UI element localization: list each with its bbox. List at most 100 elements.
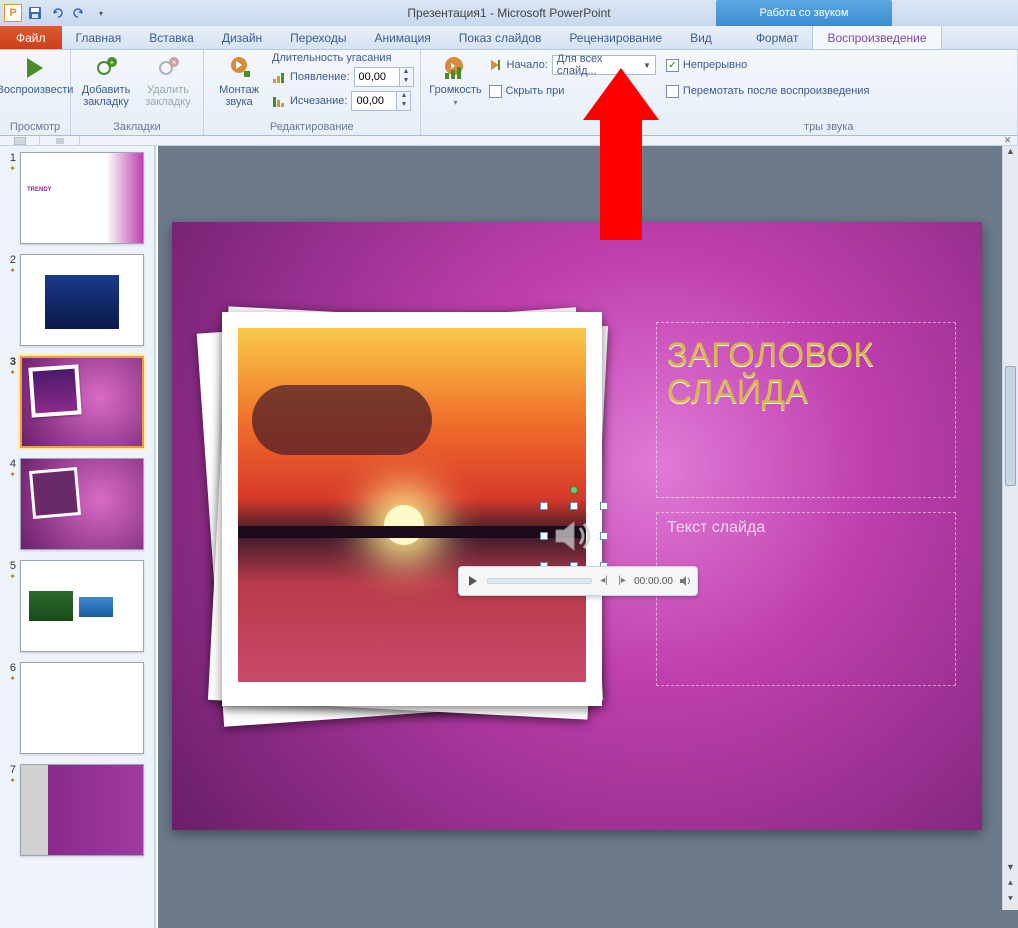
audio-track[interactable] [487,578,592,584]
redo-icon[interactable] [70,4,88,22]
app-icon[interactable]: P [4,4,22,22]
speaker-icon [550,512,598,560]
annotation-arrow [583,68,659,240]
prev-slide-icon[interactable]: ⯅ [1003,878,1018,894]
scroll-down-icon[interactable]: ▼ [1003,862,1018,878]
group-audio-options-label: тры звука [427,121,1011,135]
audio-play-button[interactable] [465,573,481,589]
trim-audio-label: Монтаж звука [210,84,268,108]
next-slide-icon[interactable]: ⯆ [1003,894,1018,910]
tab-review[interactable]: Рецензирование [555,26,676,49]
resize-handle[interactable] [540,502,548,510]
fade-out-icon [272,94,286,108]
trim-audio-button[interactable]: Монтаж звука [210,52,268,108]
ribbon: Воспроизвести Просмотр + Добавить заклад… [0,50,1018,136]
remove-bookmark-button[interactable]: × Удалить закладку [139,52,197,108]
thumb-row[interactable]: 5✦ [4,560,150,652]
thumb-row[interactable]: 2✦ [4,254,150,346]
tab-file[interactable]: Файл [0,26,62,49]
volume-button[interactable]: Громкость ▾ [427,52,485,107]
rotate-handle[interactable] [570,486,578,494]
add-bookmark-button[interactable]: + Добавить закладку [77,52,135,108]
thumb-row[interactable]: 1✦ TRENDY [4,152,150,244]
thumb-row[interactable]: 4✦ [4,458,150,550]
trim-audio-icon [225,54,253,82]
slide-title: ЗАГОЛОВОК СЛАЙДА [667,337,945,412]
thumb-3[interactable] [20,356,144,448]
thumb-5[interactable] [20,560,144,652]
slide[interactable]: ◂| |▸ 00:00.00 ЗАГОЛОВОК СЛАЙДА Текст сл… [172,222,982,830]
contextual-tab-label: Работа со звуком [716,0,892,26]
group-editing-label: Редактирование [210,121,414,135]
resize-handle[interactable] [600,532,608,540]
slide-canvas-area: ◂| |▸ 00:00.00 ЗАГОЛОВОК СЛАЙДА Текст сл… [158,146,1018,928]
tab-transitions[interactable]: Переходы [276,26,360,49]
subtitle-placeholder[interactable]: Текст слайда [656,512,956,686]
rewind-checkbox[interactable] [666,85,679,98]
tab-animations[interactable]: Анимация [360,26,444,49]
rewind-label: Перемотать после воспроизведения [683,85,870,97]
group-preview: Воспроизвести Просмотр [0,50,71,135]
tab-format[interactable]: Формат [742,26,813,49]
thumb-2[interactable] [20,254,144,346]
close-pane-icon[interactable]: ✕ [998,136,1018,146]
svg-text:+: + [110,58,115,67]
qat-more-icon[interactable]: ▾ [92,4,110,22]
tab-insert[interactable]: Вставка [135,26,208,49]
start-label: Начало: [507,59,548,71]
slides-tab-icon[interactable] [0,136,40,146]
fade-in-label: Появление: [290,71,350,83]
resize-handle[interactable] [540,532,548,540]
fade-out-spinner[interactable]: ▲▼ [351,91,411,111]
tab-slideshow[interactable]: Показ слайдов [445,26,556,49]
fade-in-icon [272,70,286,84]
thumb-4[interactable] [20,458,144,550]
audio-prev-icon[interactable]: ◂| [598,575,610,587]
fade-out-label: Исчезание: [290,95,347,107]
play-preview-label: Воспроизвести [0,84,73,96]
undo-icon[interactable] [48,4,66,22]
photo-stack[interactable] [196,292,616,712]
photo-sunset [238,328,586,682]
remove-bookmark-icon: × [154,54,182,82]
group-bookmarks-label: Закладки [77,121,197,135]
audio-next-icon[interactable]: |▸ [616,575,628,587]
fade-out-input[interactable] [352,92,396,110]
thumbnail-pane[interactable]: 1✦ TRENDY 2✦ 3✦ 4✦ 5✦ 6✦ 7✦ [0,146,156,928]
scrollbar-thumb[interactable] [1005,366,1016,486]
fade-in-input[interactable] [355,68,399,86]
ribbon-tabs: Файл Главная Вставка Дизайн Переходы Ани… [0,26,1018,50]
fade-in-spinner[interactable]: ▲▼ [354,67,414,87]
svg-text:×: × [172,58,177,67]
play-icon [21,54,49,82]
tab-playback[interactable]: Воспроизведение [812,26,941,49]
vertical-scrollbar[interactable]: ▲ ▼ ⯅ ⯆ [1002,146,1018,910]
thumb-row[interactable]: 3✦ [4,356,150,448]
hide-label: Скрыть при [506,85,565,97]
start-icon [489,58,503,72]
thumb-1[interactable]: TRENDY [20,152,144,244]
outline-tab-icon[interactable] [40,136,80,146]
slide-subtitle: Текст слайда [667,519,945,537]
thumb-6[interactable] [20,662,144,754]
title-bar: P ▾ Презентация1 - Microsoft PowerPoint … [0,0,1018,26]
add-bookmark-label: Добавить закладку [77,84,135,108]
resize-handle[interactable] [570,502,578,510]
play-preview-button[interactable]: Воспроизвести [6,52,64,96]
group-editing: Монтаж звука Длительность угасания Появл… [204,50,421,135]
tab-view[interactable]: Вид [676,26,726,49]
tab-design[interactable]: Дизайн [208,26,276,49]
resize-handle[interactable] [600,502,608,510]
hide-checkbox[interactable] [489,85,502,98]
audio-object[interactable] [542,504,606,568]
scroll-up-icon[interactable]: ▲ [1003,146,1018,162]
thumb-row[interactable]: 6✦ [4,662,150,754]
title-placeholder[interactable]: ЗАГОЛОВОК СЛАЙДА [656,322,956,498]
tab-home[interactable]: Главная [62,26,136,49]
thumb-row[interactable]: 7✦ [4,764,150,856]
remove-bookmark-label: Удалить закладку [139,84,197,108]
fade-title: Длительность угасания [272,52,414,64]
thumb-7[interactable] [20,764,144,856]
loop-checkbox[interactable]: ✓ [666,59,679,72]
save-icon[interactable] [26,4,44,22]
